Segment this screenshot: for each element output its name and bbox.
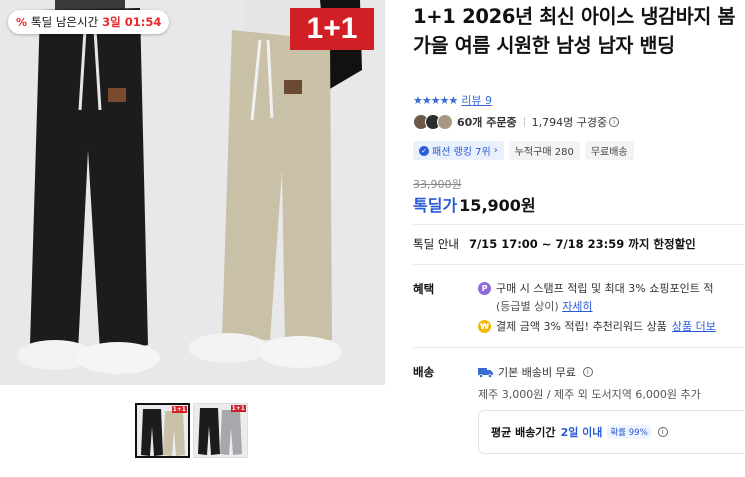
free-shipping-chip: 무료배송 bbox=[584, 141, 634, 160]
chevron-right-icon: › bbox=[493, 145, 498, 156]
divider bbox=[413, 224, 745, 225]
deal-price-label: 톡딜가 bbox=[413, 196, 458, 215]
avatar bbox=[437, 114, 453, 130]
thumbnail-list: 1+1 1+1 bbox=[135, 403, 248, 458]
truck-icon bbox=[478, 367, 493, 378]
fashion-rank-label: 패션 랭킹 7위 bbox=[432, 147, 491, 158]
buyer-avatars bbox=[413, 114, 453, 130]
product-chips: ✓ 패션 랭킹 7위 › 누적구매 280 무료배송 bbox=[413, 141, 634, 160]
base-shipping: 기본 배송비 무료 i bbox=[478, 364, 593, 380]
average-delivery-days: 2일 이내 bbox=[560, 426, 603, 439]
stamp-benefit-text: 구매 시 스탬프 적립 및 최대 3% 쇼핑포인트 적 bbox=[496, 282, 714, 295]
stamp-benefit-sub: (등급별 상이) 자세히 bbox=[496, 298, 593, 314]
reward-benefit: ₩ 결제 금액 3% 적립! 추천리워드 상품 상품 더보 bbox=[478, 318, 716, 334]
price-row: 톡딜가 15,900원 bbox=[413, 192, 536, 216]
rating-row: ★★★★★ 리뷰 9 bbox=[413, 92, 492, 108]
extra-shipping-fee: 제주 3,000원 / 제주 외 도서지역 6,000원 추가 bbox=[478, 388, 701, 401]
deal-timer-badge: % 톡딜 남은시간 3일 01:54 bbox=[8, 10, 170, 34]
deal-timer-days: 3일 bbox=[102, 15, 121, 29]
point-icon: P bbox=[478, 281, 491, 295]
delivery-probability: 확률 99% bbox=[607, 425, 651, 439]
pants-photo bbox=[0, 0, 385, 385]
review-count-link[interactable]: 리뷰 9 bbox=[461, 92, 492, 108]
info-icon[interactable]: i bbox=[609, 117, 620, 127]
thumbnail-badge: 1+1 bbox=[171, 406, 187, 413]
order-count: 60개 주문중 bbox=[457, 116, 517, 129]
average-delivery-label: 평균 배송기간 bbox=[491, 426, 556, 439]
more-products-link[interactable]: 상품 더보 bbox=[672, 318, 716, 334]
deal-timer-label: 톡딜 남은시간 bbox=[31, 15, 99, 29]
divider bbox=[413, 264, 745, 265]
info-icon[interactable]: i bbox=[582, 367, 593, 377]
thumbnail-black-khaki[interactable]: 1+1 bbox=[135, 403, 190, 458]
reward-coin-icon: ₩ bbox=[478, 319, 491, 333]
thumbnail-badge: 1+1 bbox=[230, 405, 246, 412]
divider bbox=[413, 347, 745, 348]
deal-notice-label: 톡딜 안내 bbox=[413, 237, 459, 251]
average-delivery-box: 평균 배송기간 2일 이내 확률 99% i bbox=[478, 410, 745, 454]
one-plus-one-badge: 1+1 bbox=[290, 8, 374, 50]
details-link[interactable]: 자세히 bbox=[562, 300, 592, 313]
deal-notice-period: 7/15 17:00 ~ 7/18 23:59 까지 한정할인 bbox=[468, 237, 696, 251]
reward-benefit-text: 결제 금액 3% 적립! 추천리워드 상품 bbox=[496, 320, 667, 333]
thumbnail-black-gray[interactable]: 1+1 bbox=[193, 403, 248, 458]
rank-icon: ✓ bbox=[419, 145, 429, 156]
social-proof-row: 60개 주문중 1,794명 구경중 i bbox=[413, 114, 620, 130]
info-icon[interactable]: i bbox=[657, 427, 668, 437]
thumbnail-image bbox=[198, 408, 242, 455]
rating-stars-icon: ★★★★★ bbox=[413, 93, 458, 107]
stamp-benefit: P 구매 시 스탬프 적립 및 최대 3% 쇼핑포인트 적 bbox=[478, 280, 713, 296]
shipping-label: 배송 bbox=[413, 365, 435, 379]
benefits-label: 혜택 bbox=[413, 282, 435, 296]
deal-price: 15,900원 bbox=[459, 196, 536, 215]
cumulative-purchase-chip: 누적구매 280 bbox=[508, 141, 580, 160]
deal-timer-time: 01:54 bbox=[124, 15, 162, 29]
base-shipping-text: 기본 배송비 무료 bbox=[498, 366, 576, 379]
percent-icon: % bbox=[16, 15, 28, 29]
fashion-rank-chip[interactable]: ✓ 패션 랭킹 7위 › bbox=[413, 141, 504, 160]
viewer-count: 1,794명 구경중 bbox=[531, 116, 608, 129]
divider bbox=[523, 117, 525, 127]
product-main-image[interactable]: % 톡딜 남은시간 3일 01:54 1+1 bbox=[0, 0, 385, 385]
product-title: 1+1 2026년 최신 아이스 냉감바지 봄 가을 여름 시원한 남성 남자 … bbox=[413, 5, 736, 57]
grade-note: (등급별 상이) bbox=[496, 300, 559, 313]
deal-notice-row: 톡딜 안내 7/15 17:00 ~ 7/18 23:59 까지 한정할인 bbox=[413, 236, 696, 252]
original-price: 33,900원 bbox=[413, 178, 462, 191]
